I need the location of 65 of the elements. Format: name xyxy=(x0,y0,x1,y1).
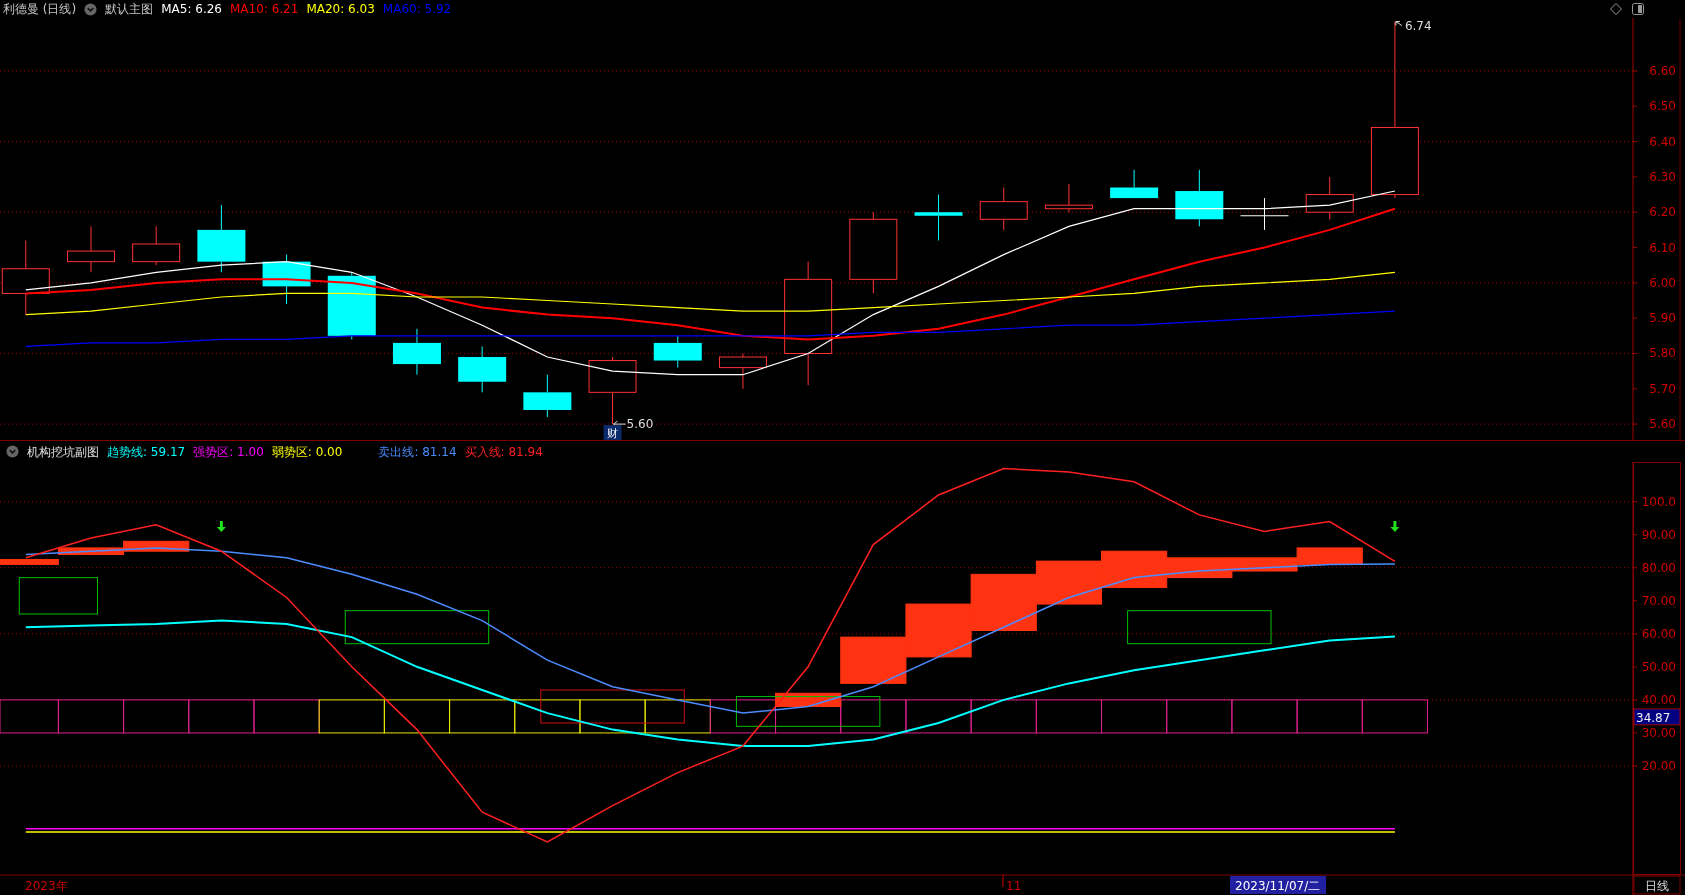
legend-label: 卖出线: 81.14 xyxy=(378,443,457,461)
axis-label: 6.40 xyxy=(1649,134,1676,149)
candlestick xyxy=(914,194,963,241)
axis-label: 50.00 xyxy=(1641,659,1676,674)
legend-label: 弱势区: 0.00 xyxy=(271,443,343,461)
axis-label: 20.00 xyxy=(1641,758,1676,773)
candlestick xyxy=(197,204,246,273)
axis-label: 6.60 xyxy=(1649,63,1676,78)
candlestick xyxy=(132,225,181,266)
dropdown-icon[interactable] xyxy=(6,445,19,458)
high-price-label: 6.74 xyxy=(1404,18,1432,33)
axis-label: 5.70 xyxy=(1649,381,1676,396)
axis-label: 30.00 xyxy=(1641,725,1676,740)
axis-label: 6.30 xyxy=(1649,169,1676,184)
low-price-label: 5.60 xyxy=(626,417,654,432)
axis-label: 60.00 xyxy=(1641,626,1676,641)
candlestick xyxy=(262,254,311,305)
chart-title: 机构挖坑副图 xyxy=(27,443,99,461)
candlestick xyxy=(1044,183,1093,213)
candlestick xyxy=(653,335,702,369)
arrow-icon xyxy=(1395,21,1403,27)
axis-label: 40.00 xyxy=(1641,692,1676,707)
cursor-date-label: 2023/11/07/二 xyxy=(1230,876,1326,894)
down-arrow-icon xyxy=(216,521,226,533)
cursor-value-label: 34.87 xyxy=(1633,708,1681,726)
legend-label: 趋势线: 59.17 xyxy=(107,443,186,461)
event-badge[interactable]: 财 xyxy=(603,425,622,440)
axis-label: 5.60 xyxy=(1649,417,1676,432)
candlestick xyxy=(979,187,1028,231)
axis-label: 6.50 xyxy=(1649,99,1676,114)
period-label[interactable]: 日线 xyxy=(1633,875,1681,895)
axis-label: 6.10 xyxy=(1649,240,1676,255)
template-label[interactable]: 默认主图 xyxy=(105,0,154,18)
legend-label: MA5: 6.26 xyxy=(161,1,222,18)
axis-label: 100.0 xyxy=(1641,494,1676,509)
legend-label: 买入线: 81.94 xyxy=(464,443,543,461)
chart-title: 利德曼 (日线) xyxy=(3,1,77,18)
diamond-icon[interactable] xyxy=(1609,2,1623,16)
candlestick xyxy=(523,374,572,418)
axis-label: 5.90 xyxy=(1649,311,1676,326)
candlestick xyxy=(458,345,507,393)
arrow-icon xyxy=(613,420,627,428)
axis-label: 70.00 xyxy=(1641,593,1676,608)
candlestick xyxy=(1240,197,1289,231)
candlestick xyxy=(1110,169,1159,199)
down-arrow-icon xyxy=(1390,521,1400,533)
axis-label: 90.00 xyxy=(1641,527,1676,542)
axis-label: 5.80 xyxy=(1649,346,1676,361)
legend-label: MA60: 5.92 xyxy=(382,1,452,18)
legend-label: 强势区: 1.00 xyxy=(193,443,264,461)
axis-label: 80.00 xyxy=(1641,560,1676,575)
legend-label: MA10: 6.21 xyxy=(229,1,299,18)
dropdown-icon[interactable] xyxy=(84,2,98,16)
candlestick xyxy=(67,225,115,273)
candlestick xyxy=(1305,176,1354,220)
date-label: 11 xyxy=(1006,879,1022,893)
date-label: 2023年 xyxy=(25,879,68,893)
candlestick xyxy=(392,328,441,376)
candlestick xyxy=(1175,169,1224,227)
candlestick xyxy=(718,353,767,390)
legend-label: MA20: 6.03 xyxy=(306,1,375,18)
candlestick xyxy=(327,271,376,340)
panel-toggle-icon[interactable] xyxy=(1631,2,1645,16)
axis-label: 6.20 xyxy=(1649,205,1676,220)
axis-label: 6.00 xyxy=(1649,275,1676,290)
